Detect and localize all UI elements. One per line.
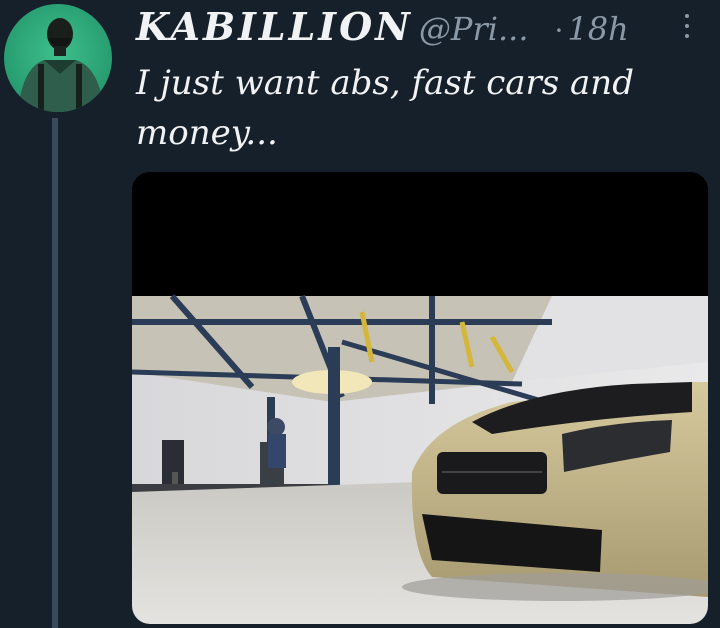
tweet-header: KABILLION @Pri... · 18h bbox=[136, 4, 629, 54]
tweet-text: I just want abs, fast cars and money... bbox=[136, 63, 634, 153]
tweet-view: KABILLION @Pri... · 18h I just want abs,… bbox=[0, 0, 720, 628]
more-dot bbox=[685, 14, 689, 18]
tweet-media[interactable] bbox=[132, 172, 708, 624]
display-name[interactable]: KABILLION bbox=[136, 4, 413, 49]
avatar[interactable] bbox=[4, 4, 112, 112]
timestamp[interactable]: 18h bbox=[567, 10, 628, 48]
separator-dot: · bbox=[554, 14, 564, 47]
garage-photo-image bbox=[132, 172, 708, 624]
thread-line bbox=[52, 118, 58, 628]
more-dot bbox=[685, 24, 689, 28]
more-vertical-icon[interactable] bbox=[682, 14, 692, 44]
more-dot bbox=[685, 34, 689, 38]
avatar-portrait-image bbox=[18, 18, 104, 112]
user-handle[interactable]: @Pri... bbox=[419, 10, 529, 48]
